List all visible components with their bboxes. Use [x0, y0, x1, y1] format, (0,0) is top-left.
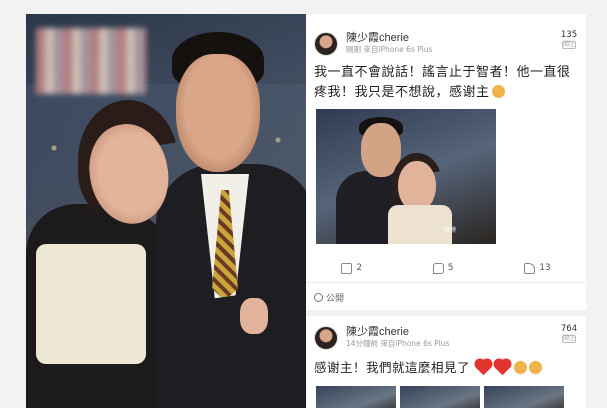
blurred-logo [36, 28, 146, 94]
repost-count: 2 [356, 263, 363, 273]
avatar[interactable] [314, 32, 338, 56]
follow-label: 關注 [562, 41, 576, 49]
post-text-content: 我一直不會說話！謠言止于智者！他一直很疼我！我只是不想說，感谢主 [314, 65, 571, 100]
post-photo[interactable] [316, 386, 396, 408]
praying-hands-icon [514, 361, 528, 374]
avatar[interactable] [314, 326, 338, 350]
comment-count: 5 [447, 263, 454, 273]
username[interactable]: 陳少霞cherie [346, 29, 409, 45]
follow-count: 764 [560, 324, 578, 334]
repost-button[interactable]: 2 [341, 262, 363, 274]
heart-icon [494, 359, 511, 376]
like-button[interactable]: 13 [524, 262, 551, 274]
post-text-content: 感谢主！我們就這麼相見了 [314, 360, 471, 375]
photo-woman-face [398, 161, 436, 211]
visibility-label: 公開 [314, 291, 344, 304]
photo-watermark: 微博 [444, 227, 457, 234]
globe-icon [314, 293, 323, 302]
post-text: 我一直不會說話！謠言止于智者！他一直很疼我！我只是不想說，感谢主 [314, 63, 576, 103]
follow-button[interactable]: 764 關注 [558, 324, 580, 343]
post-separator [306, 310, 586, 316]
post-photo[interactable]: 微博 [316, 109, 496, 244]
like-count: 13 [539, 263, 551, 273]
man-face [176, 54, 260, 172]
follow-button[interactable]: 135 關注 [558, 30, 580, 49]
praying-hands-icon [529, 361, 543, 374]
post-time: 剛剛 [346, 45, 361, 54]
main-photo [26, 14, 306, 408]
like-icon [524, 262, 536, 274]
post-source: 來自iPhone 6s Plus [363, 45, 433, 54]
visibility-text: 公開 [326, 294, 345, 304]
post-photo[interactable] [400, 386, 480, 408]
post-photo-row [316, 386, 566, 408]
post-text: 感谢主！我們就這麼相見了 [314, 358, 584, 378]
post-meta: 剛剛 來自iPhone 6s Plus [346, 44, 432, 55]
post-time: 14分鐘前 [346, 339, 379, 348]
follow-label: 關注 [562, 335, 576, 343]
comment-icon [432, 262, 444, 274]
comment-button[interactable]: 5 [432, 262, 454, 274]
post-source: 來自iPhone 6s Plus [380, 339, 450, 348]
repost-icon [341, 262, 353, 274]
woman-vest [36, 244, 146, 364]
photo-woman-body [388, 205, 452, 244]
username[interactable]: 陳少霞cherie [346, 323, 409, 339]
post-meta: 14分鐘前 來自iPhone 6s Plus [346, 338, 449, 349]
divider [306, 282, 586, 283]
post-photo[interactable] [484, 386, 564, 408]
weibo-panel: 陳少霞cherie 剛剛 來自iPhone 6s Plus 135 關注 我一直… [306, 14, 586, 408]
heart-icon [475, 359, 492, 376]
follow-count: 135 [560, 30, 578, 40]
action-bar: 2 5 13 [306, 256, 586, 280]
praying-hands-icon [491, 85, 505, 98]
hand [240, 298, 268, 334]
